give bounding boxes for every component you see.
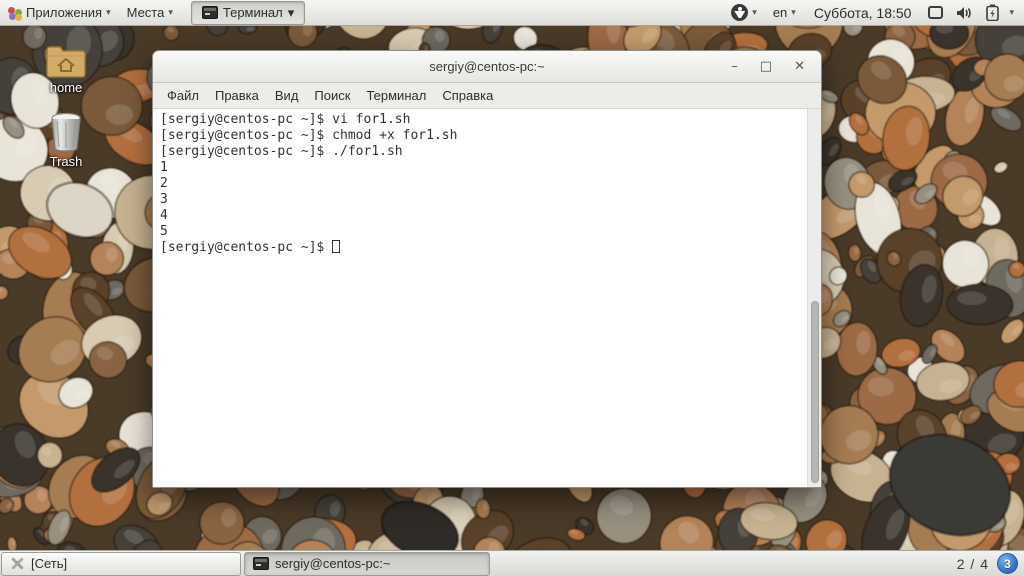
desktop-icon-label: Trash xyxy=(49,154,83,169)
desktop-icon-home[interactable]: home xyxy=(30,44,102,95)
terminal-window: sergiy@centos-pc:~ – □ ✕ Файл Правка Вид По… xyxy=(152,50,822,488)
taskbar-item-network[interactable]: [Сеть] xyxy=(1,551,241,576)
applications-menu-label: Приложения xyxy=(26,5,103,20)
active-app-label: Терминал xyxy=(222,5,283,20)
chevron-down-icon: ▾ xyxy=(752,7,757,17)
battery-charging-icon[interactable] xyxy=(986,4,1000,21)
network-icon xyxy=(10,557,25,570)
keyboard-layout-label: en xyxy=(772,5,788,20)
active-app-menu[interactable]: Терминал ▾ xyxy=(190,0,306,25)
chevron-down-icon: ▾ xyxy=(168,7,173,17)
accessibility-icon xyxy=(731,4,749,21)
top-panel: Приложения ▾ Места ▾ Терминал ▾ ▾ en ▾ С… xyxy=(0,0,1024,26)
workspace-pager-badge[interactable]: 3 xyxy=(997,553,1018,574)
minimize-button[interactable]: – xyxy=(731,60,738,73)
display-icon[interactable] xyxy=(928,6,944,19)
places-menu[interactable]: Места ▾ xyxy=(119,0,181,25)
volume-icon[interactable] xyxy=(956,5,974,21)
applications-menu-icon xyxy=(8,6,22,21)
terminal-line: 4 xyxy=(160,208,168,223)
window-title: sergiy@centos-pc:~ xyxy=(429,59,545,74)
terminal-icon xyxy=(253,557,269,570)
taskbar-item-terminal[interactable]: sergiy@centos-pc:~ xyxy=(244,551,490,576)
chevron-down-icon: ▾ xyxy=(791,7,796,17)
desktop-icon-trash[interactable]: Trash xyxy=(30,112,102,169)
desktop: Приложения ▾ Места ▾ Терминал ▾ ▾ en ▾ С… xyxy=(0,0,1024,576)
workspace-indicator[interactable]: 2 / 4 xyxy=(957,556,989,572)
terminal-line: 1 xyxy=(160,160,168,175)
clock[interactable]: Суббота, 18:50 xyxy=(804,5,922,21)
close-button[interactable]: ✕ xyxy=(794,60,805,73)
places-menu-label: Места xyxy=(126,5,165,20)
maximize-button[interactable]: □ xyxy=(760,60,772,73)
applications-menu[interactable]: Приложения ▾ xyxy=(0,0,119,25)
terminal-icon xyxy=(201,6,218,19)
menu-item-terminal[interactable]: Терминал xyxy=(358,88,434,103)
trash-icon xyxy=(51,112,81,152)
chevron-down-icon: ▾ xyxy=(106,7,111,17)
menu-bar: Файл Правка Вид Поиск Терминал Справка xyxy=(153,83,821,109)
terminal-cursor xyxy=(332,240,341,253)
taskbar-item-label: [Сеть] xyxy=(31,556,68,571)
menu-item-file[interactable]: Файл xyxy=(159,88,207,103)
home-folder-icon xyxy=(46,46,86,78)
accessibility-menu[interactable]: ▾ xyxy=(723,0,765,25)
menu-item-help[interactable]: Справка xyxy=(434,88,501,103)
terminal-scrollbar[interactable] xyxy=(807,109,821,487)
menu-item-search[interactable]: Поиск xyxy=(306,88,358,103)
terminal-line: 3 xyxy=(160,192,168,207)
window-titlebar[interactable]: sergiy@centos-pc:~ – □ ✕ xyxy=(153,51,821,83)
taskbar-item-label: sergiy@centos-pc:~ xyxy=(275,556,391,571)
chevron-down-icon: ▾ xyxy=(287,4,295,20)
terminal-line: [sergiy@centos-pc ~]$ ./for1.sh xyxy=(160,144,403,159)
scrollbar-thumb[interactable] xyxy=(811,301,819,483)
keyboard-layout-menu[interactable]: en ▾ xyxy=(765,0,804,25)
terminal-line: [sergiy@centos-pc ~]$ chmod +x for1.sh xyxy=(160,128,458,143)
desktop-icon-label: home xyxy=(49,80,83,95)
terminal-line: [sergiy@centos-pc ~]$ vi for1.sh xyxy=(160,112,411,127)
chevron-down-icon: ▾ xyxy=(1009,7,1014,17)
terminal-screen[interactable]: [sergiy@centos-pc ~]$ vi for1.sh [sergiy@… xyxy=(153,109,821,487)
terminal-line: 5 xyxy=(160,224,168,239)
terminal-prompt-line: [sergiy@centos-pc ~]$ xyxy=(160,240,801,256)
menu-item-edit[interactable]: Правка xyxy=(207,88,267,103)
session-menu[interactable]: ▾ xyxy=(1005,0,1018,25)
terminal-line: 2 xyxy=(160,176,168,191)
bottom-panel: [Сеть] sergiy@centos-pc:~ 2 / 4 3 xyxy=(0,550,1024,576)
menu-item-view[interactable]: Вид xyxy=(267,88,307,103)
